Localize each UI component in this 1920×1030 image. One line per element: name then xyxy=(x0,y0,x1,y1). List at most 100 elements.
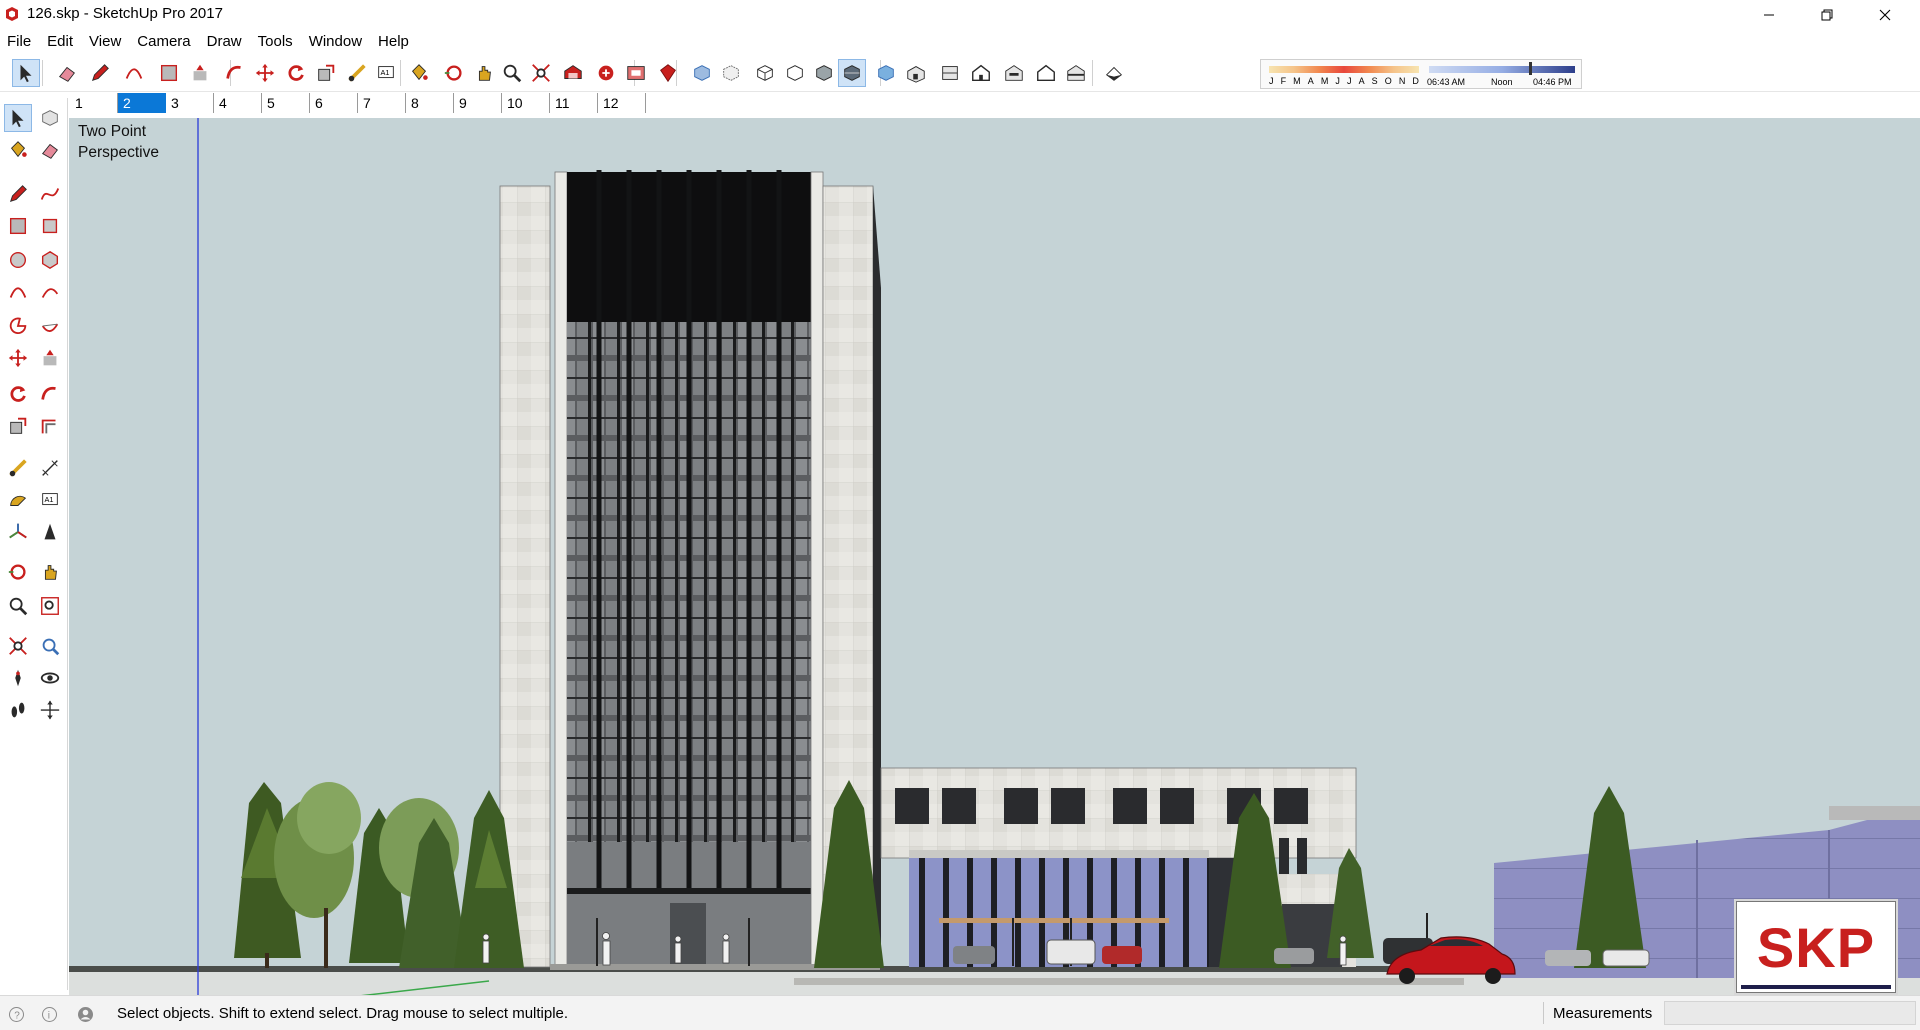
user-account-icon[interactable] xyxy=(77,1006,94,1023)
tool-arc-button[interactable] xyxy=(4,278,32,306)
tool-arc-3pt-button[interactable] xyxy=(36,312,64,340)
model-viewport[interactable]: Two Point Perspective SKP xyxy=(69,118,1920,995)
toolbar-rectangle-button[interactable] xyxy=(155,59,183,87)
geolocation-icon[interactable]: ? xyxy=(8,1006,25,1023)
tool-protractor-button[interactable] xyxy=(4,486,32,514)
time-slider[interactable] xyxy=(1429,66,1575,73)
toolbar-eraser-button[interactable] xyxy=(53,59,81,87)
toolbar-follow-me-button[interactable] xyxy=(221,59,249,87)
scene-tab-1[interactable]: 1 xyxy=(70,93,118,113)
toolbar-arc-button[interactable] xyxy=(120,59,148,87)
menu-file[interactable]: File xyxy=(0,31,39,53)
tool-scale-button[interactable] xyxy=(4,412,32,440)
tool-pie-button[interactable] xyxy=(4,312,32,340)
toolbar-select-button[interactable] xyxy=(12,59,40,87)
scene-tab-5[interactable]: 5 xyxy=(262,93,310,113)
toolbar-zoom-extents-button[interactable] xyxy=(527,59,555,87)
scene-tab-2[interactable]: 2 xyxy=(118,93,166,113)
scene-tab-10[interactable]: 10 xyxy=(502,93,550,113)
toolbar-move-button[interactable] xyxy=(251,59,279,87)
menu-view[interactable]: View xyxy=(81,31,129,53)
menu-edit[interactable]: Edit xyxy=(39,31,81,53)
toolbar-back-view-button[interactable] xyxy=(1032,59,1060,87)
tool-circle-button[interactable] xyxy=(4,246,32,274)
tool-select-button[interactable] xyxy=(4,104,32,132)
tool-eraser-button[interactable] xyxy=(36,136,64,164)
tool-rotate-button[interactable] xyxy=(4,380,32,408)
toolbar-hidden-line-button[interactable] xyxy=(781,59,809,87)
toolbar-shaded-button[interactable] xyxy=(810,59,838,87)
tool-previous-view-button[interactable] xyxy=(36,632,64,660)
menu-help[interactable]: Help xyxy=(370,31,417,53)
measurements-input[interactable] xyxy=(1664,1001,1916,1025)
toolbar-monochrome-button[interactable] xyxy=(872,59,900,87)
menu-draw[interactable]: Draw xyxy=(199,31,250,53)
scene-tab-9[interactable]: 9 xyxy=(454,93,502,113)
toolbar-scale-button[interactable] xyxy=(312,59,340,87)
tool-zoom-extents-button[interactable] xyxy=(4,632,32,660)
tool-follow-me-button[interactable] xyxy=(36,380,64,408)
tool-polygon-button[interactable] xyxy=(36,246,64,274)
toolbar-zoom-button[interactable] xyxy=(498,59,526,87)
tool-3d-text-button[interactable] xyxy=(36,518,64,546)
tool-tape-measure-button[interactable] xyxy=(4,454,32,482)
scene-tab-8[interactable]: 8 xyxy=(406,93,454,113)
toolbar-rotate-button[interactable] xyxy=(282,59,310,87)
toolbar-back-edges-button[interactable] xyxy=(717,59,745,87)
tool-rotated-rectangle-button[interactable] xyxy=(36,212,64,240)
scene-tab-12[interactable]: 12 xyxy=(598,93,646,113)
tool-offset-button[interactable] xyxy=(36,412,64,440)
tool-component-button[interactable] xyxy=(36,104,64,132)
toolbar-xray-button[interactable] xyxy=(688,59,716,87)
toolbar-orbit-button[interactable] xyxy=(440,59,468,87)
toolbar-left-view-button[interactable] xyxy=(1062,59,1090,87)
toolbar-share-model-button[interactable] xyxy=(592,59,620,87)
toolbar-extension-warehouse-button[interactable] xyxy=(622,59,650,87)
month-slider[interactable] xyxy=(1269,66,1419,73)
restore-button[interactable] xyxy=(1798,0,1856,29)
scene-tab-3[interactable]: 3 xyxy=(166,93,214,113)
time-slider-thumb[interactable] xyxy=(1529,62,1532,75)
toolbar-right-view-button[interactable] xyxy=(1000,59,1028,87)
tool-axes-button[interactable] xyxy=(4,518,32,546)
tool-freehand-button[interactable] xyxy=(36,180,64,208)
toolbar-ruby-button[interactable] xyxy=(654,59,682,87)
tool-dimension-button[interactable] xyxy=(36,454,64,482)
tool-walk-button[interactable] xyxy=(4,696,32,724)
tool-move-button[interactable] xyxy=(4,344,32,372)
tool-pan-button[interactable] xyxy=(36,558,64,586)
toolbar-warehouse-button[interactable] xyxy=(559,59,587,87)
tool-zoom-window-button[interactable] xyxy=(36,592,64,620)
tool-orbit-button[interactable] xyxy=(4,558,32,586)
tool-line-button[interactable] xyxy=(4,180,32,208)
menu-tools[interactable]: Tools xyxy=(250,31,301,53)
tool-arc-2pt-button[interactable] xyxy=(36,278,64,306)
menu-camera[interactable]: Camera xyxy=(129,31,198,53)
tool-push-pull-button[interactable] xyxy=(36,344,64,372)
tool-paint-bucket-button[interactable] xyxy=(4,136,32,164)
credits-icon[interactable]: i xyxy=(41,1006,58,1023)
scene-tab-11[interactable]: 11 xyxy=(550,93,598,113)
minimize-button[interactable] xyxy=(1740,0,1798,29)
toolbar-push-pull-button[interactable] xyxy=(186,59,214,87)
menu-window[interactable]: Window xyxy=(301,31,370,53)
tool-zoom-button[interactable] xyxy=(4,592,32,620)
toolbar-paint-bucket-button[interactable] xyxy=(405,59,433,87)
toolbar-iso-view-button[interactable] xyxy=(902,59,930,87)
toolbar-front-view-button[interactable] xyxy=(967,59,995,87)
tool-text-button[interactable]: A1 xyxy=(36,486,64,514)
toolbar-wireframe-button[interactable] xyxy=(751,59,779,87)
tool-rectangle-button[interactable] xyxy=(4,212,32,240)
toolbar-pan-button[interactable] xyxy=(470,59,498,87)
toolbar-shadows-toggle-button[interactable] xyxy=(1100,59,1128,87)
tool-look-around-button[interactable] xyxy=(36,664,64,692)
toolbar-tape-measure-button[interactable] xyxy=(343,59,371,87)
toolbar-top-view-button[interactable] xyxy=(936,59,964,87)
toolbar-text-button[interactable]: A1 xyxy=(372,59,400,87)
tool-position-camera-button[interactable] xyxy=(4,664,32,692)
close-button[interactable] xyxy=(1856,0,1914,29)
scene-tab-6[interactable]: 6 xyxy=(310,93,358,113)
scene-tab-7[interactable]: 7 xyxy=(358,93,406,113)
tool-section-plane-button[interactable] xyxy=(36,696,64,724)
toolbar-shaded-textures-button[interactable] xyxy=(838,59,866,87)
